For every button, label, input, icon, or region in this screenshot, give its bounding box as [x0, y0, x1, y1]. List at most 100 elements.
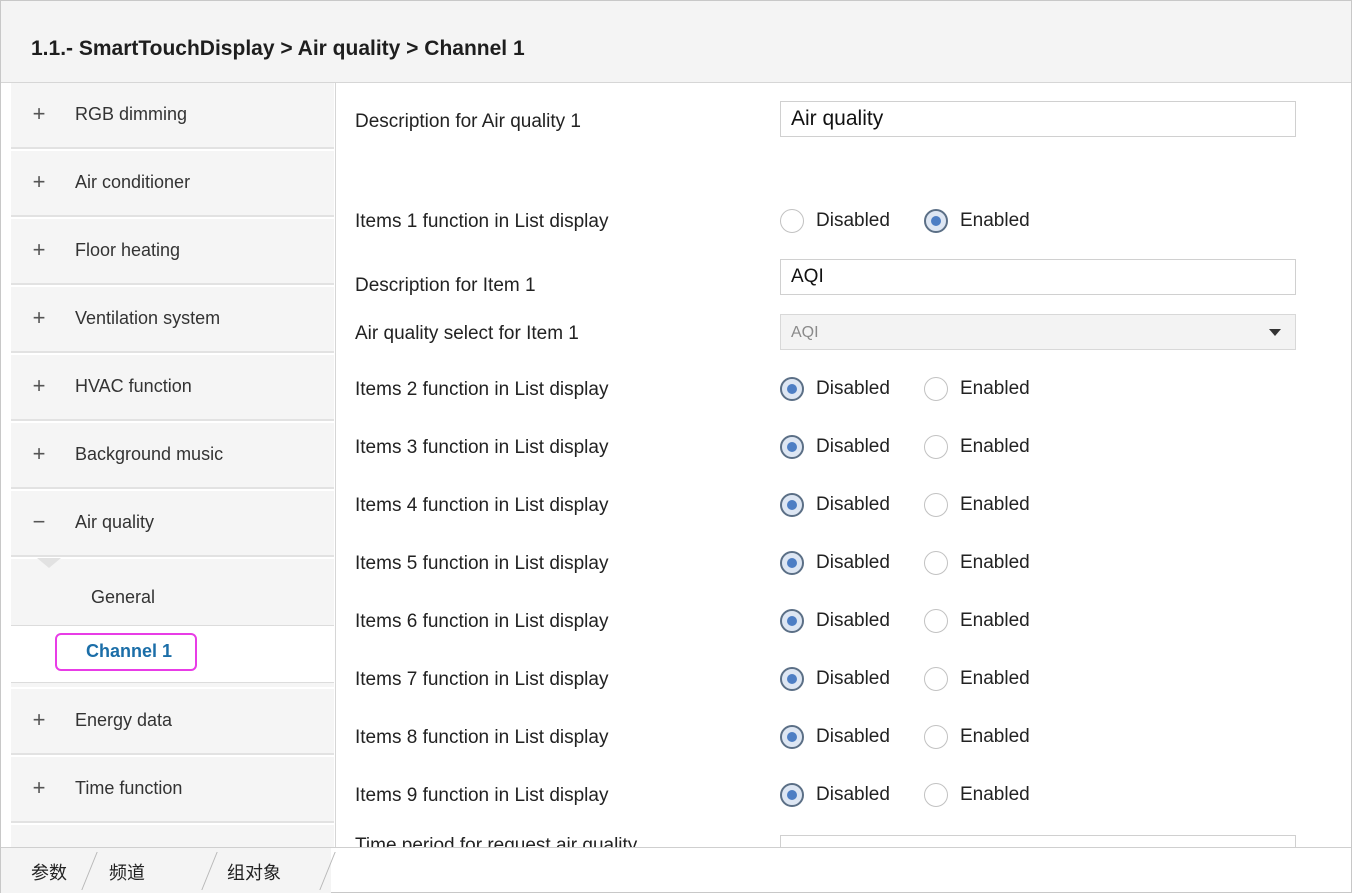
radio-label: Enabled [960, 784, 1030, 805]
sidebar-item-label: HVAC function [75, 376, 192, 396]
sidebar-item-time-function[interactable]: + Time function [11, 757, 334, 823]
item1-air-quality-select-label: Air quality select for Item 1 [355, 323, 579, 344]
expand-icon: + [32, 169, 46, 194]
radio-circle-icon [780, 435, 804, 459]
collapse-icon: − [32, 509, 46, 534]
tab-channels[interactable]: 频道 [93, 848, 203, 893]
radio-label: Disabled [816, 552, 890, 573]
sidebar-item-label: Air quality [75, 512, 155, 532]
item1-description-input[interactable] [780, 259, 1296, 295]
radio-label: Enabled [960, 552, 1030, 573]
sidebar-item-partial[interactable] [11, 825, 334, 847]
app-window: 1.1.- SmartTouchDisplay > Air quality > … [0, 0, 1352, 893]
sidebar-subitem-general[interactable]: General [11, 569, 334, 627]
expand-icon: + [32, 101, 46, 126]
radio-circle-icon [924, 377, 948, 401]
items7-function-label: Items 7 function in List display [355, 669, 609, 690]
radio-label: Disabled [816, 378, 890, 399]
items2-enabled-radio[interactable]: Enabled [924, 375, 1054, 403]
radio-label: Disabled [816, 784, 890, 805]
expand-icon: + [32, 707, 46, 732]
radio-circle-icon [780, 609, 804, 633]
items3-function-label: Items 3 function in List display [355, 437, 609, 458]
sidebar-item-air-quality[interactable]: − Air quality [11, 491, 334, 557]
radio-circle-icon [780, 493, 804, 517]
radio-label: Enabled [960, 378, 1030, 399]
sidebar-item-label: RGB dimming [75, 104, 188, 124]
radio-label: Enabled [960, 726, 1030, 747]
items9-function-label: Items 9 function in List display [355, 785, 609, 806]
bottom-tab-bar: 参数 频道 组对象 [1, 847, 1351, 893]
sidebar-item-ventilation-system[interactable]: + Ventilation system [11, 287, 334, 353]
sidebar-item-floor-heating[interactable]: + Floor heating [11, 219, 334, 285]
tab-parameters[interactable]: 参数 [1, 848, 91, 893]
items1-function-label: Items 1 function in List display [355, 211, 609, 232]
items9-disabled-radio[interactable]: Disabled [780, 781, 910, 809]
sidebar-item-rgb-dimming[interactable]: + RGB dimming [11, 83, 334, 149]
items8-disabled-radio[interactable]: Disabled [780, 723, 910, 751]
expand-icon: + [32, 373, 46, 398]
items3-enabled-radio[interactable]: Enabled [924, 433, 1054, 461]
sidebar-subitem-channel-1[interactable]: Channel 1 [11, 625, 334, 683]
radio-label: Enabled [960, 494, 1030, 515]
sidebar-item-energy-data[interactable]: + Energy data [11, 689, 334, 755]
expand-icon: + [32, 305, 46, 330]
radio-circle-icon [780, 377, 804, 401]
items7-disabled-radio[interactable]: Disabled [780, 665, 910, 693]
items4-function-label: Items 4 function in List display [355, 495, 609, 516]
items8-enabled-radio[interactable]: Enabled [924, 723, 1054, 751]
radio-label: Disabled [816, 668, 890, 689]
radio-label: Enabled [960, 210, 1030, 231]
radio-circle-icon [924, 667, 948, 691]
radio-circle-icon [924, 435, 948, 459]
expanded-notch-icon [37, 558, 61, 568]
items3-disabled-radio[interactable]: Disabled [780, 433, 910, 461]
chevron-down-icon [1269, 329, 1281, 336]
items6-function-label: Items 6 function in List display [355, 611, 609, 632]
items5-enabled-radio[interactable]: Enabled [924, 549, 1054, 577]
sidebar-item-label: Background music [75, 444, 224, 464]
sidebar-subitem-label: General [91, 587, 156, 607]
sidebar-item-air-conditioner[interactable]: + Air conditioner [11, 151, 334, 217]
sidebar-item-label: Energy data [75, 710, 173, 730]
sidebar-item-label: Ventilation system [75, 308, 221, 328]
item1-air-quality-select[interactable]: AQI [780, 314, 1296, 350]
items1-enabled-radio[interactable]: Enabled [924, 207, 1054, 235]
sidebar-item-label: Time function [75, 778, 183, 798]
items1-disabled-radio[interactable]: Disabled [780, 207, 910, 235]
radio-circle-icon [780, 725, 804, 749]
sidebar: + RGB dimming + Air conditioner + Floor … [1, 83, 336, 847]
items5-function-label: Items 5 function in List display [355, 553, 609, 574]
time-period-input[interactable] [780, 835, 1296, 847]
expand-icon: + [32, 237, 46, 262]
radio-label: Disabled [816, 210, 890, 231]
radio-circle-icon [924, 551, 948, 575]
radio-circle-icon [780, 783, 804, 807]
expand-icon: + [32, 441, 46, 466]
radio-circle-icon [780, 551, 804, 575]
items6-enabled-radio[interactable]: Enabled [924, 607, 1054, 635]
radio-circle-icon [924, 725, 948, 749]
radio-circle-icon [780, 209, 804, 233]
sidebar-item-hvac-function[interactable]: + HVAC function [11, 355, 334, 421]
items5-disabled-radio[interactable]: Disabled [780, 549, 910, 577]
description-air-quality-label: Description for Air quality 1 [355, 111, 581, 132]
radio-label: Disabled [816, 726, 890, 747]
tab-group-objects[interactable]: 组对象 [213, 848, 328, 893]
description-air-quality-input[interactable] [780, 101, 1296, 137]
tab-label: 频道 [109, 863, 145, 884]
items7-enabled-radio[interactable]: Enabled [924, 665, 1054, 693]
items9-enabled-radio[interactable]: Enabled [924, 781, 1054, 809]
air-quality-subitems: General Channel 1 [11, 558, 334, 687]
radio-label: Enabled [960, 668, 1030, 689]
items4-disabled-radio[interactable]: Disabled [780, 491, 910, 519]
tab-label: 组对象 [227, 863, 281, 884]
time-period-label: Time period for request air quality [355, 835, 638, 847]
radio-label: Disabled [816, 494, 890, 515]
radio-label: Enabled [960, 610, 1030, 631]
radio-label: Enabled [960, 436, 1030, 457]
items4-enabled-radio[interactable]: Enabled [924, 491, 1054, 519]
items2-disabled-radio[interactable]: Disabled [780, 375, 910, 403]
items6-disabled-radio[interactable]: Disabled [780, 607, 910, 635]
sidebar-item-background-music[interactable]: + Background music [11, 423, 334, 489]
